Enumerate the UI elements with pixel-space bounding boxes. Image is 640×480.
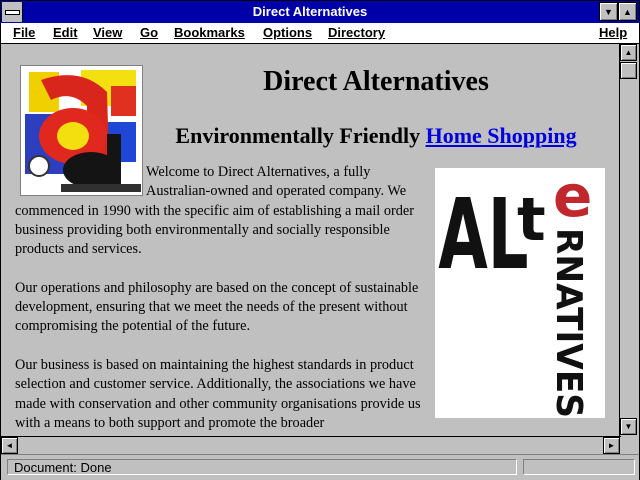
menu-options[interactable]: Options bbox=[263, 25, 312, 40]
scroll-down-icon[interactable]: ▼ bbox=[620, 418, 637, 435]
scroll-thumb[interactable] bbox=[620, 62, 637, 79]
philosophy-paragraph: Our operations and philosophy are based … bbox=[15, 279, 419, 335]
menu-bar: File Edit View Go Bookmarks Options Dire… bbox=[1, 23, 639, 44]
status-bar: Document: Done bbox=[1, 454, 639, 480]
maximize-icon[interactable]: ▲ bbox=[618, 2, 637, 21]
horizontal-scrollbar[interactable]: ◄ ► bbox=[1, 436, 621, 454]
window-title: Direct Alternatives bbox=[252, 4, 368, 19]
menu-edit[interactable]: Edit bbox=[53, 25, 78, 40]
menu-go[interactable]: Go bbox=[140, 25, 158, 40]
page-content: Direct Alternatives Environmentally Frie… bbox=[1, 44, 619, 436]
scroll-left-icon[interactable]: ◄ bbox=[1, 437, 18, 454]
page-body-text: Welcome to Direct Alternatives, a fully … bbox=[15, 163, 435, 436]
alternatives-logo-art: AL t e RNATIVES bbox=[438, 168, 592, 418]
logo-rnatives-text: RNATIVES bbox=[548, 228, 589, 418]
logo-al-text: AL bbox=[438, 178, 528, 292]
menu-help[interactable]: Help bbox=[599, 25, 627, 40]
menu-file[interactable]: File bbox=[13, 25, 35, 40]
title-bar[interactable]: Direct Alternatives ▼ ▲ bbox=[1, 1, 639, 23]
menu-directory[interactable]: Directory bbox=[328, 25, 385, 40]
alternatives-logo-image: AL t e RNATIVES bbox=[435, 168, 605, 418]
business-paragraph: Our business is based on maintaining the… bbox=[15, 356, 421, 431]
subtitle-text: Environmentally Friendly bbox=[175, 123, 426, 148]
menu-bookmarks[interactable]: Bookmarks bbox=[174, 25, 245, 40]
menu-view[interactable]: View bbox=[93, 25, 122, 40]
intro-paragraph: Welcome to Direct Alternatives, a fully … bbox=[15, 164, 415, 258]
logo-e-text: e bbox=[553, 168, 592, 230]
progress-indicator bbox=[523, 459, 635, 475]
minimize-icon[interactable]: ▼ bbox=[599, 2, 618, 21]
home-shopping-link[interactable]: Home Shopping bbox=[426, 123, 577, 148]
browser-window: Direct Alternatives ▼ ▲ File Edit View G… bbox=[0, 0, 640, 480]
scroll-up-icon[interactable]: ▲ bbox=[620, 44, 637, 61]
status-text: Document: Done bbox=[7, 459, 517, 475]
scroll-right-icon[interactable]: ► bbox=[603, 437, 620, 454]
logo-t-text: t bbox=[517, 185, 546, 255]
system-menu-icon[interactable] bbox=[2, 2, 23, 22]
vertical-scrollbar[interactable]: ▲ ▼ bbox=[619, 44, 639, 436]
page-subtitle: Environmentally Friendly Home Shopping bbox=[151, 123, 601, 149]
page-title: Direct Alternatives bbox=[263, 66, 489, 97]
